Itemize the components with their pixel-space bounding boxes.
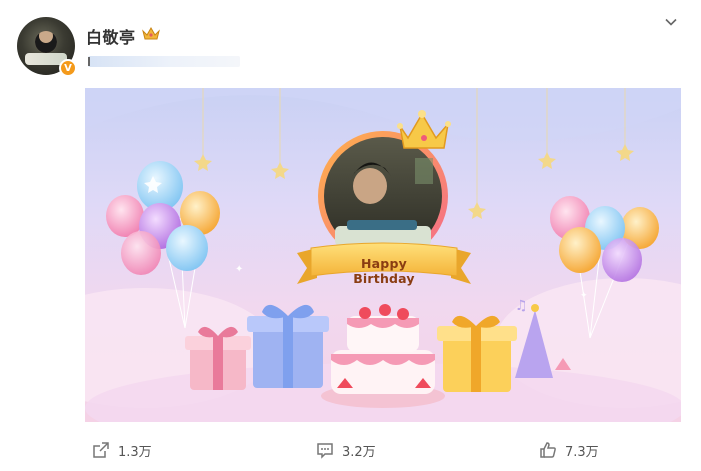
verified-icon: V	[59, 59, 77, 77]
share-icon	[93, 442, 109, 458]
svg-text:✦: ✦	[235, 264, 243, 275]
avatar[interactable]: V	[17, 17, 77, 77]
svg-text:✦: ✦	[580, 291, 588, 301]
thumbs-up-icon	[540, 442, 556, 458]
birthday-banner-image[interactable]: ♫ ✦ ✦ Happy Birthday	[85, 88, 681, 422]
comment-count: 3.2万	[342, 444, 376, 460]
post-actions-bar: 1.3万 3.2万 7.3万	[0, 430, 701, 471]
comment-button[interactable]: 3.2万	[316, 440, 376, 460]
happy-birthday-ribbon-text: Happy Birthday	[353, 256, 415, 286]
share-button[interactable]: 1.3万	[92, 440, 152, 460]
weibo-post-card: V 白敬亭 ♫ ✦ ✦ Happy Birthday 1.3万 3.2万 7.3…	[0, 0, 701, 471]
post-meta-blurred	[88, 56, 240, 67]
comment-icon	[317, 443, 333, 459]
like-button[interactable]: 7.3万	[539, 440, 599, 460]
banner-artwork: ♫ ✦ ✦	[85, 88, 681, 422]
like-count: 7.3万	[565, 444, 599, 460]
avatar-photo	[35, 31, 57, 53]
share-count: 1.3万	[118, 444, 152, 460]
chevron-down-icon[interactable]	[664, 15, 678, 29]
username[interactable]: 白敬亭	[86, 24, 136, 48]
svg-text:♫: ♫	[515, 298, 528, 314]
crown-badge-icon	[142, 26, 160, 40]
